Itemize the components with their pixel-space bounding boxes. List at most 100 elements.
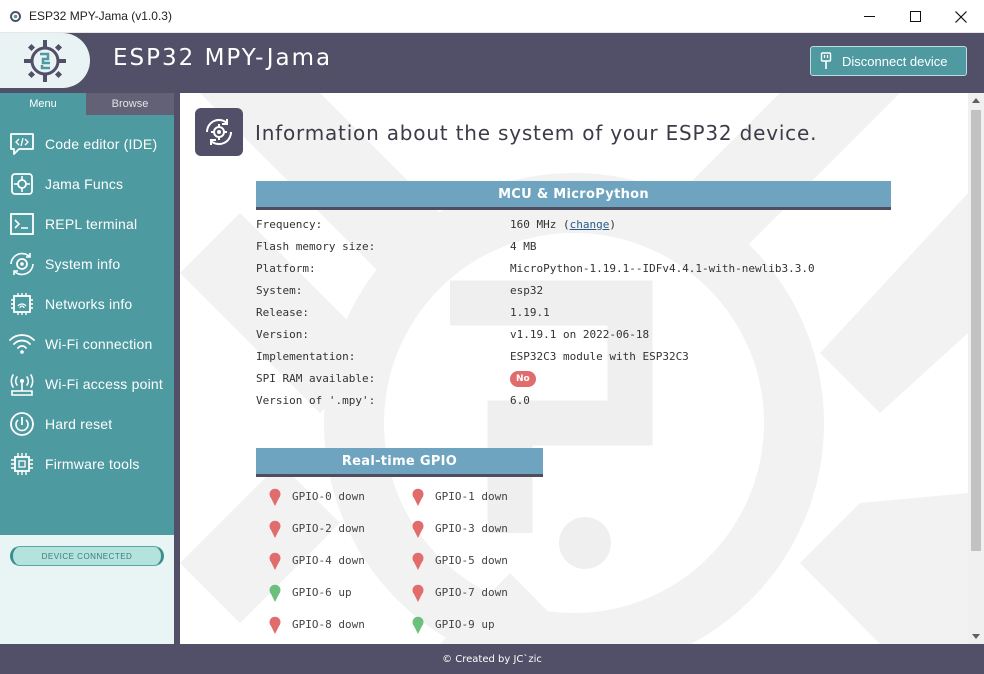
gpio-up-pin-icon — [269, 584, 281, 602]
sidebar-item-label: Jama Funcs — [45, 176, 124, 192]
gpio-label: GPIO-5 down — [435, 554, 508, 567]
gpio-label: GPIO-6 up — [292, 586, 352, 599]
info-value: 6.0 — [510, 394, 530, 407]
minimize-icon — [863, 16, 875, 17]
sidebar-item-hard-reset[interactable]: Hard reset — [0, 404, 174, 444]
gpio-down-pin-icon — [412, 488, 424, 506]
tab-menu[interactable]: Menu — [0, 93, 86, 115]
jama-logo-icon — [24, 39, 66, 82]
info-row-flash-size: Flash memory size: 4 MB — [256, 236, 856, 258]
main-scrollbar[interactable] — [968, 93, 984, 644]
gpio-label: GPIO-7 down — [435, 586, 508, 599]
info-value: v1.19.1 on 2022-06-18 — [510, 328, 650, 341]
frequency-value: 160 MHz ( — [510, 218, 570, 231]
refresh-gear-icon — [205, 118, 233, 146]
info-key: Version: — [256, 328, 309, 341]
system-info-page-icon — [195, 108, 243, 156]
sidebar-tabs: Menu Browse — [0, 93, 174, 115]
info-key: System: — [256, 284, 303, 297]
sidebar-item-label: Networks info — [45, 296, 133, 312]
terminal-icon — [10, 213, 34, 235]
info-value: ESP32C3 module with ESP32C3 — [510, 350, 689, 363]
sidebar-item-label: Code editor (IDE) — [45, 136, 158, 152]
wifi-icon — [9, 334, 35, 354]
network-chip-icon — [11, 293, 33, 315]
gpio-up-pin-icon — [412, 616, 424, 634]
info-row-frequency: Frequency: 160 MHz (change) — [256, 214, 856, 236]
gpio-down-pin-icon — [269, 616, 281, 634]
sidebar-item-label: Firmware tools — [45, 456, 140, 472]
sidebar-item-label: REPL terminal — [45, 216, 138, 232]
maximize-button[interactable] — [892, 0, 938, 33]
window-titlebar: ESP32 MPY-Jama (v1.0.3) — [0, 0, 984, 33]
sidebar-item-jama-funcs[interactable]: Jama Funcs — [0, 164, 174, 204]
gpio-label: GPIO-3 down — [435, 522, 508, 535]
info-key: Implementation: — [256, 350, 356, 363]
sidebar-item-label: System info — [45, 256, 121, 272]
scroll-down-arrow-icon — [972, 634, 980, 639]
tab-browse[interactable]: Browse — [86, 93, 174, 115]
chip-icon — [11, 453, 33, 475]
sidebar-item-label: Wi-Fi connection — [45, 336, 153, 352]
close-button[interactable] — [938, 0, 984, 33]
info-value: 4 MB — [510, 240, 537, 253]
sidebar-item-label: Wi-Fi access point — [45, 376, 163, 392]
page-title: Information about the system of your ESP… — [255, 121, 818, 145]
spi-ram-status-badge: No — [510, 371, 536, 387]
info-key: Frequency: — [256, 218, 323, 231]
scroll-thumb[interactable] — [971, 110, 981, 551]
info-row-spi-ram: SPI RAM available: No — [256, 368, 856, 390]
gpio-label: GPIO-4 down — [292, 554, 365, 567]
sidebar-item-system-info[interactable]: System info — [0, 244, 174, 284]
info-row-version: Version: v1.19.1 on 2022-06-18 — [256, 324, 856, 346]
footer-credit: © Created by JC`zic — [0, 644, 984, 674]
gpio-down-pin-icon — [269, 488, 281, 506]
scroll-up-button[interactable] — [968, 93, 984, 108]
info-value: 160 MHz (change) — [510, 218, 616, 231]
logo — [0, 33, 90, 88]
sidebar-status-area: DEVICE CONNECTED — [0, 535, 174, 644]
gpio-down-pin-icon — [269, 520, 281, 538]
gpio-down-pin-icon — [269, 552, 281, 570]
change-frequency-link[interactable]: change — [570, 218, 610, 231]
app-name: ESP32 MPY-Jama — [113, 45, 333, 71]
info-row-release: Release: 1.19.1 — [256, 302, 856, 324]
frequency-suffix: ) — [609, 218, 616, 231]
window-title: ESP32 MPY-Jama (v1.0.3) — [29, 9, 172, 23]
sidebar-item-networks-info[interactable]: Networks info — [0, 284, 174, 324]
power-icon — [10, 412, 34, 436]
gpio-down-pin-icon — [412, 552, 424, 570]
device-connected-badge: DEVICE CONNECTED — [10, 546, 164, 566]
sidebar-item-repl-terminal[interactable]: REPL terminal — [0, 204, 174, 244]
info-value: esp32 — [510, 284, 544, 297]
gpio-label: GPIO-2 down — [292, 522, 365, 535]
gpio-label: GPIO-0 down — [292, 490, 365, 503]
info-key: Flash memory size: — [256, 240, 376, 253]
maximize-icon — [909, 11, 921, 22]
info-value: No — [510, 371, 536, 388]
info-row-system: System: esp32 — [256, 280, 856, 302]
sidebar-item-code-editor[interactable]: Code editor (IDE) — [0, 124, 174, 164]
system-info-icon — [10, 252, 34, 276]
main-content: Information about the system of your ESP… — [180, 93, 968, 644]
info-row-mpy-version: Version of '.mpy': 6.0 — [256, 390, 856, 412]
disconnect-device-button[interactable]: Disconnect device — [810, 46, 967, 76]
sidebar-item-firmware-tools[interactable]: Firmware tools — [0, 444, 174, 484]
gpio-label: GPIO-8 down — [292, 618, 365, 631]
info-row-implementation: Implementation: ESP32C3 module with ESP3… — [256, 346, 856, 368]
app-icon — [10, 11, 21, 22]
mcu-section-heading: MCU & MicroPython — [256, 181, 891, 210]
sidebar-item-wifi-connection[interactable]: Wi-Fi connection — [0, 324, 174, 364]
minimize-button[interactable] — [846, 0, 892, 33]
gpio-down-pin-icon — [412, 520, 424, 538]
scroll-down-button[interactable] — [968, 629, 984, 644]
gpio-section-heading: Real-time GPIO — [256, 448, 543, 477]
gpio-down-pin-icon — [412, 584, 424, 602]
info-value: MicroPython-1.19.1--IDFv4.4.1-with-newli… — [510, 262, 815, 275]
info-value: 1.19.1 — [510, 306, 550, 319]
close-icon — [955, 10, 967, 23]
sidebar-item-wifi-access-point[interactable]: Wi-Fi access point — [0, 364, 174, 404]
access-point-icon — [10, 374, 34, 396]
gpio-label: GPIO-9 up — [435, 618, 495, 631]
usb-plug-icon — [820, 52, 832, 69]
